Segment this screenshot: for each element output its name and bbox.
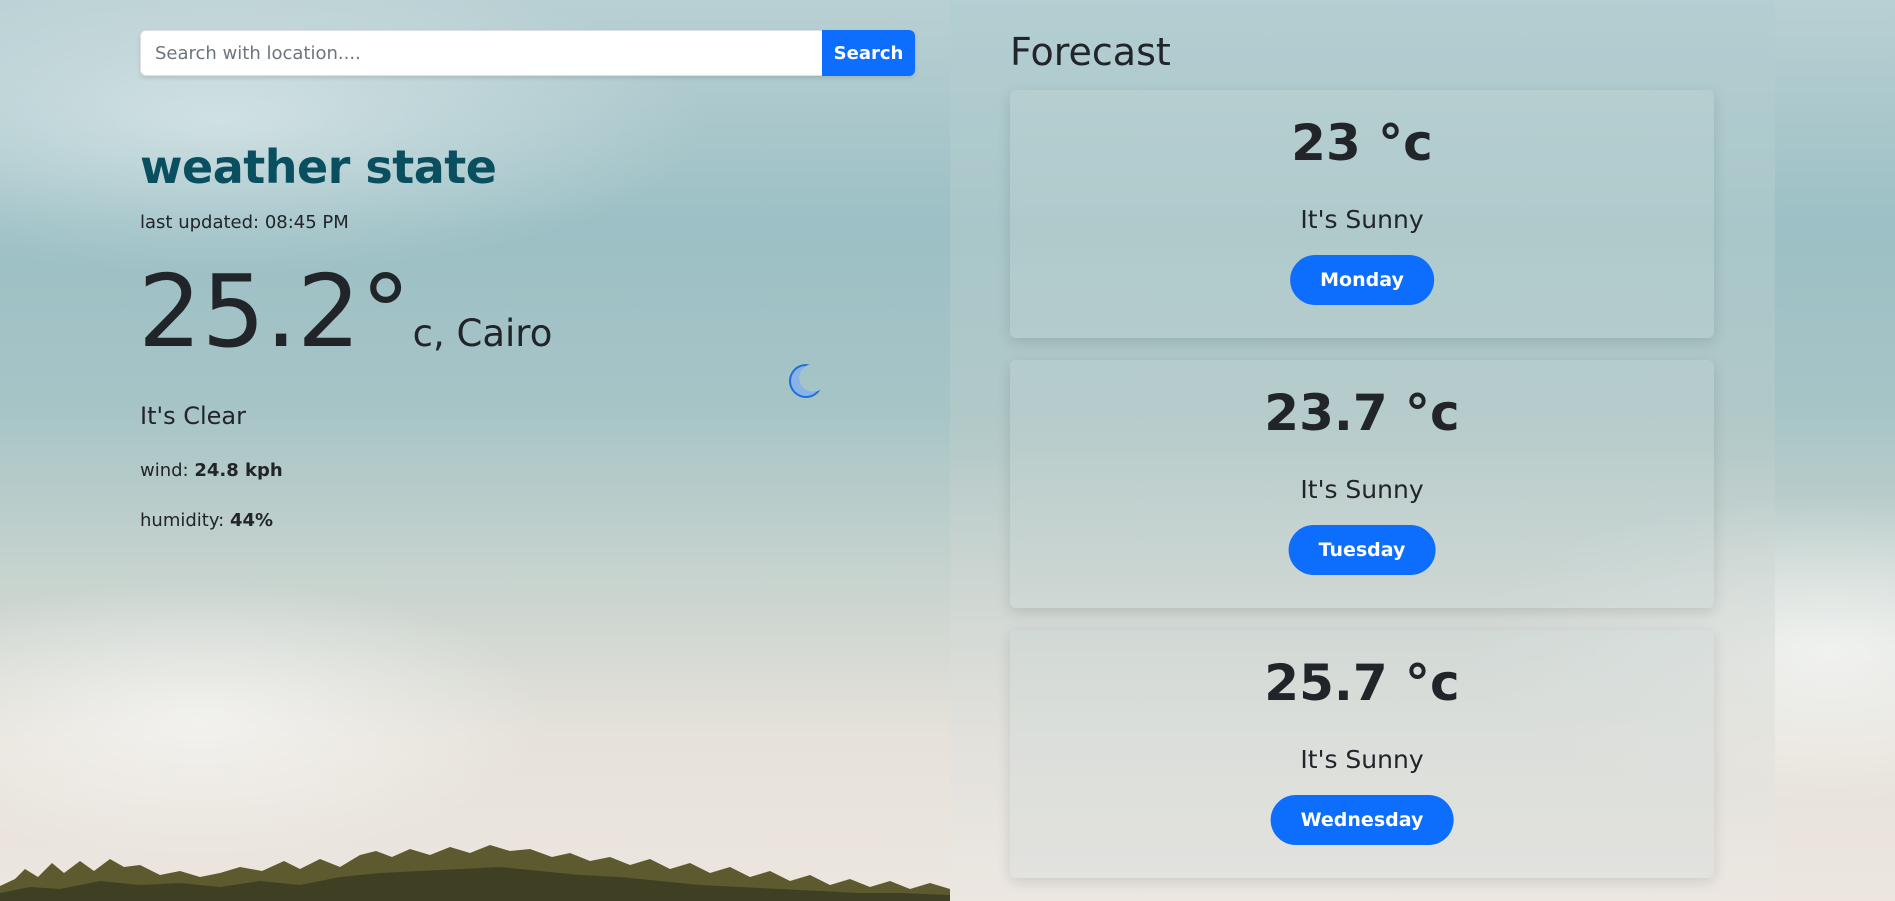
day-button-tuesday[interactable]: Tuesday xyxy=(1288,525,1436,575)
unit-location: c, Cairo xyxy=(412,312,553,355)
forecast-card: 23.7 °c It's Sunny Tuesday xyxy=(1010,360,1714,608)
forecast-temperature: 23.7 °c xyxy=(1264,384,1460,442)
forecast-temperature: 25.7 °c xyxy=(1264,654,1460,712)
forecast-condition: It's Sunny xyxy=(1300,205,1424,234)
forecast-condition: It's Sunny xyxy=(1300,475,1424,504)
current-temperature: 25.2° c, Cairo xyxy=(138,262,552,362)
forecast-heading: Forecast xyxy=(1010,30,1171,74)
treeline-image xyxy=(0,845,950,901)
temperature-value: 25.2° xyxy=(138,253,411,370)
wind-stat: wind: 24.8 kph xyxy=(140,460,283,481)
search-bar: Search xyxy=(140,30,915,76)
forecast-condition: It's Sunny xyxy=(1300,745,1424,774)
page-title: weather state xyxy=(140,140,497,194)
wind-value: 24.8 kph xyxy=(194,460,283,481)
humidity-value: 44% xyxy=(229,510,274,531)
forecast-card: 25.7 °c It's Sunny Wednesday xyxy=(1010,630,1714,878)
day-button-wednesday[interactable]: Wednesday xyxy=(1270,795,1454,845)
forecast-temperature: 23 °c xyxy=(1291,114,1433,172)
search-button[interactable]: Search xyxy=(822,30,915,76)
humidity-stat: humidity: 44% xyxy=(140,510,273,531)
moon-icon xyxy=(789,364,823,398)
current-condition: It's Clear xyxy=(140,402,246,430)
wind-label: wind: xyxy=(140,460,195,481)
day-button-monday[interactable]: Monday xyxy=(1290,255,1434,305)
last-updated: last updated: 08:45 PM xyxy=(140,212,349,233)
humidity-label: humidity: xyxy=(140,510,230,531)
search-input[interactable] xyxy=(140,30,822,76)
forecast-card: 23 °c It's Sunny Monday xyxy=(1010,90,1714,338)
